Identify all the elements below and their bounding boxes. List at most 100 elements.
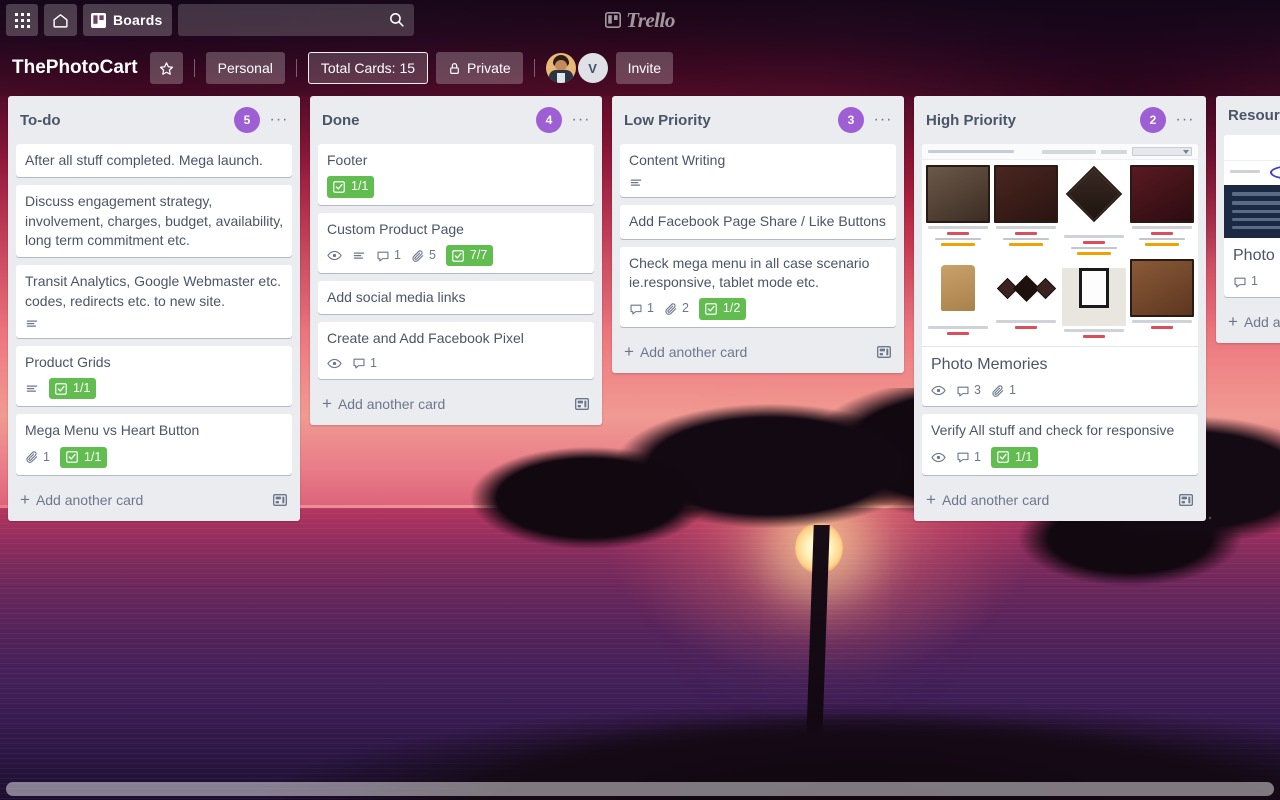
- home-icon[interactable]: [44, 4, 77, 36]
- card-title: Photo Memories: [922, 347, 1198, 376]
- list-card-count: 5: [234, 107, 260, 133]
- list-header: Low Priority 3···: [612, 96, 904, 144]
- list-menu-icon[interactable]: ···: [266, 107, 292, 133]
- description-icon: [25, 382, 39, 396]
- checklist-icon: [65, 450, 79, 464]
- list-cards: Content Writing Add Facebook Page Share /…: [612, 144, 904, 335]
- badge-value: 1/1: [84, 449, 101, 466]
- card[interactable]: Mega Menu vs Heart Button 11/1: [16, 414, 292, 475]
- horizontal-scrollbar-thumb[interactable]: [6, 782, 1274, 796]
- attachment-icon: [664, 302, 678, 316]
- plus-icon: +: [20, 493, 30, 507]
- comment-icon: [376, 249, 390, 263]
- description-icon: [25, 317, 39, 331]
- card-title: Product Grids: [25, 353, 284, 372]
- add-another-card-button[interactable]: +Add another card: [8, 483, 300, 517]
- search-field[interactable]: [178, 4, 414, 36]
- card[interactable]: Custom Product Page157/7: [318, 213, 594, 274]
- card-title: Footer: [327, 151, 586, 170]
- star-icon[interactable]: [150, 52, 183, 84]
- search-input[interactable]: [178, 4, 414, 36]
- lock-icon: [448, 62, 461, 75]
- card[interactable]: Create and Add Facebook Pixel1: [318, 322, 594, 379]
- description-icon: [629, 176, 643, 190]
- add-another-card-label: Add another card: [640, 344, 870, 360]
- list-high-priority: High Priority 2··· Photo Memories 3 1 Verify …: [914, 96, 1206, 521]
- add-another-card-button[interactable]: +Add another card: [1216, 305, 1280, 339]
- add-another-card-button[interactable]: + Add another card: [612, 335, 904, 369]
- eye-icon: [327, 356, 342, 371]
- badge-checklist: 1/2: [699, 298, 746, 319]
- eye-icon: [327, 248, 342, 263]
- card-template-icon[interactable]: [1178, 492, 1194, 508]
- list-card-count: 2: [1140, 107, 1166, 133]
- card-title: Verify All stuff and check for responsiv…: [931, 421, 1190, 440]
- privacy-button[interactable]: Private: [436, 52, 523, 84]
- card[interactable]: Photo Memories1: [1224, 135, 1280, 297]
- total-cards-badge[interactable]: Total Cards: 15: [308, 52, 428, 84]
- card-template-icon[interactable]: [272, 492, 288, 508]
- card[interactable]: Add Facebook Page Share / Like Buttons: [620, 205, 896, 238]
- team-visibility-button[interactable]: Personal: [206, 52, 285, 84]
- checklist-icon: [996, 450, 1010, 464]
- card-badges: 121/2: [629, 298, 888, 319]
- badge-value: 1: [394, 247, 401, 264]
- card[interactable]: Footer 1/1: [318, 144, 594, 205]
- list-menu-icon[interactable]: ···: [568, 107, 594, 133]
- horizontal-scrollbar[interactable]: [0, 782, 1280, 796]
- card[interactable]: Discuss engagement strategy, involvement…: [16, 185, 292, 257]
- card[interactable]: Product Grids 1/1: [16, 346, 292, 407]
- list-card-count: 4: [536, 107, 562, 133]
- member-avatar-photo[interactable]: [546, 53, 576, 83]
- add-another-card-label: Add another card: [338, 396, 568, 412]
- badge-checklist: 1/1: [991, 447, 1038, 468]
- plus-icon: +: [624, 345, 634, 359]
- header-divider: [296, 59, 297, 77]
- list-done: Done 4··· Footer 1/1 Custom Product Page157/…: [310, 96, 602, 425]
- list-title[interactable]: To-do: [20, 112, 228, 129]
- card[interactable]: Verify All stuff and check for responsiv…: [922, 414, 1198, 475]
- list-title[interactable]: Low Priority: [624, 112, 832, 129]
- badge-description: [352, 249, 366, 263]
- attachment-icon: [25, 450, 39, 464]
- list-card-count: 3: [838, 107, 864, 133]
- boards-button[interactable]: Boards: [83, 4, 172, 36]
- list-title[interactable]: Done: [322, 112, 530, 129]
- card-template-icon[interactable]: [876, 344, 892, 360]
- badge-checklist: 7/7: [446, 245, 493, 266]
- member-avatar-initial[interactable]: V: [578, 53, 608, 83]
- card[interactable]: Check mega menu in all case scenario ie.…: [620, 247, 896, 327]
- card[interactable]: After all stuff completed. Mega launch.: [16, 144, 292, 177]
- card-template-icon[interactable]: [574, 396, 590, 412]
- eye-icon: [931, 450, 946, 465]
- badge-watch: [327, 356, 342, 371]
- card-badges: 1: [327, 355, 586, 372]
- list-header: Resources: [1216, 96, 1280, 135]
- invite-button[interactable]: Invite: [616, 52, 673, 84]
- card[interactable]: Transit Analytics, Google Webmaster etc.…: [16, 265, 292, 338]
- card[interactable]: Add social media links: [318, 281, 594, 314]
- card[interactable]: Content Writing: [620, 144, 896, 197]
- board-title[interactable]: ThePhotoCart: [12, 57, 138, 79]
- list-menu-icon[interactable]: ···: [870, 107, 896, 133]
- list-menu-icon[interactable]: ···: [1172, 107, 1198, 133]
- badge-value: 1/1: [351, 178, 368, 195]
- card-badges: 1/1: [25, 378, 284, 399]
- add-another-card-label: Add another card: [1244, 314, 1280, 330]
- add-another-card-label: Add another card: [942, 492, 1172, 508]
- badge-comment: 1: [956, 449, 981, 466]
- card-badges: 1 1/1: [931, 447, 1190, 468]
- card-cover-product-grid: [922, 144, 1198, 347]
- card[interactable]: Photo Memories31: [922, 144, 1198, 406]
- badge-comment: 3: [956, 382, 981, 399]
- grid-apps-icon[interactable]: [6, 4, 38, 36]
- comment-icon: [1233, 275, 1247, 289]
- badge-value: 1: [974, 449, 981, 466]
- list-title[interactable]: Resources: [1228, 107, 1280, 124]
- card-badges: 11/1: [25, 447, 284, 468]
- card-title: Mega Menu vs Heart Button: [25, 421, 284, 440]
- list-cards: Photo Memories1: [1216, 135, 1280, 305]
- add-another-card-button[interactable]: +Add another card: [914, 483, 1206, 517]
- list-title[interactable]: High Priority: [926, 112, 1134, 129]
- add-another-card-button[interactable]: +Add another card: [310, 387, 602, 421]
